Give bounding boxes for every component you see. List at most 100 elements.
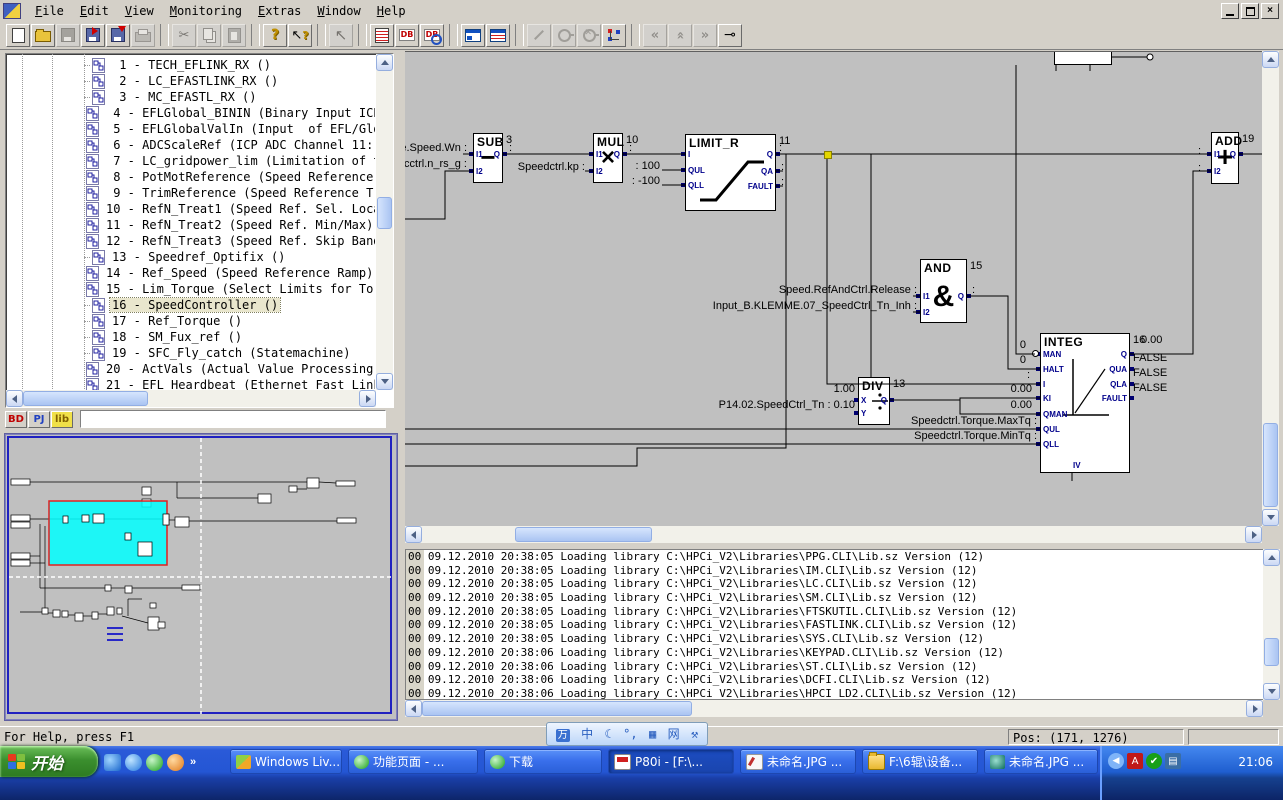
close-icon[interactable]: × bbox=[1261, 3, 1279, 19]
scroll-left-icon[interactable] bbox=[405, 526, 422, 543]
tree-item[interactable]: 12 - RefN_Treat3 (Speed Ref. Skip Bands) bbox=[6, 233, 375, 249]
quicklaunch-msn-icon[interactable] bbox=[104, 754, 121, 771]
tab-bd[interactable]: BD bbox=[5, 411, 27, 428]
tree-item[interactable]: 19 - SFC_Fly_catch (Statemachine) bbox=[6, 345, 375, 361]
quicklaunch-qq-icon[interactable] bbox=[146, 754, 163, 771]
menu-help[interactable]: Help bbox=[369, 2, 414, 20]
scroll-left-icon[interactable] bbox=[6, 390, 23, 407]
minimize-icon[interactable] bbox=[1221, 3, 1239, 19]
taskbar-button[interactable]: 下载 bbox=[484, 749, 602, 774]
ime-wan-icon[interactable]: 万 bbox=[556, 728, 570, 741]
start-button[interactable]: 开始 bbox=[0, 746, 98, 777]
taskbar-clock[interactable]: 21:06 bbox=[1238, 755, 1273, 769]
tree-item[interactable]: 15 - Lim_Torque (Select Limits for Torqu… bbox=[6, 281, 375, 297]
log-hscrollbar[interactable] bbox=[405, 700, 1263, 717]
menu-monitoring[interactable]: Monitoring bbox=[162, 2, 250, 20]
toolbar-button-export-module-icon[interactable] bbox=[106, 24, 130, 47]
toolbar-button-context-help-icon[interactable]: ↖? bbox=[288, 24, 312, 47]
tree-item[interactable]: 10 - RefN_Treat1 (Speed Ref. Sel. Local/… bbox=[6, 201, 375, 217]
tree-item[interactable]: 18 - SM_Fux_ref () bbox=[6, 329, 375, 345]
tree-item[interactable]: 17 - Ref_Torque () bbox=[6, 313, 375, 329]
overview-panel[interactable] bbox=[4, 433, 398, 721]
ime-toolbar[interactable]: 万中 ☾ °, ▦ 网 ⚒ bbox=[546, 722, 708, 746]
canvas-vscrollbar[interactable] bbox=[1262, 51, 1279, 526]
menu-extras[interactable]: Extras bbox=[250, 2, 309, 20]
tab-lib[interactable]: lib bbox=[51, 411, 73, 428]
tree-item[interactable]: 13 - Speedref_Optifix () bbox=[6, 249, 375, 265]
tree-vscrollbar-thumb[interactable] bbox=[377, 197, 392, 229]
tree-item[interactable]: 5 - EFLGlobalValIn (Input of EFL/Global … bbox=[6, 121, 375, 137]
menu-edit[interactable]: Edit bbox=[72, 2, 117, 20]
tray-collapse-icon[interactable]: ◀ bbox=[1108, 753, 1124, 769]
scroll-right-icon[interactable] bbox=[359, 390, 376, 407]
scroll-up-icon[interactable] bbox=[1262, 51, 1279, 68]
tree-hscrollbar[interactable] bbox=[6, 390, 376, 407]
tree-item[interactable]: 11 - RefN_Treat2 (Speed Ref. Min/Max) bbox=[6, 217, 375, 233]
taskbar-button[interactable]: F:\6辊\设备... bbox=[862, 749, 978, 774]
scroll-right-icon[interactable] bbox=[1246, 700, 1263, 717]
tray-pdf-icon[interactable]: A bbox=[1127, 753, 1143, 769]
toolbar-button-node-connect-icon[interactable] bbox=[602, 24, 626, 47]
diagram-canvas[interactable]: SUB−3I1I2QMUL×10I1I2QLIMIT_R 11IQULQLLQQ… bbox=[405, 51, 1262, 527]
tree-item[interactable]: 9 - TrimReference (Speed Reference Trim … bbox=[6, 185, 375, 201]
tree-hscrollbar-thumb[interactable] bbox=[23, 391, 148, 406]
canvas-hscrollbar-thumb[interactable] bbox=[515, 527, 652, 542]
ime-punct-icon[interactable]: °, bbox=[623, 728, 637, 740]
toolbar-button-open-icon[interactable] bbox=[31, 24, 55, 47]
tree-item[interactable]: 8 - PotMotReference (Speed Reference Mot… bbox=[6, 169, 375, 185]
tree-item[interactable]: 2 - LC_EFASTLINK_RX () bbox=[6, 73, 375, 89]
tree-item[interactable]: 4 - EFLGlobal_BININ (Binary Input ICP CA… bbox=[6, 105, 375, 121]
quicklaunch-more-icon[interactable]: » bbox=[190, 756, 196, 768]
tree-item[interactable]: 20 - ActVals (Actual Value Processing fo… bbox=[6, 361, 375, 377]
ime-wrench-icon[interactable]: ⚒ bbox=[691, 728, 698, 740]
toolbar-button-key-icon[interactable]: ⊸ bbox=[718, 24, 742, 47]
log-vscrollbar[interactable] bbox=[1263, 549, 1280, 700]
scroll-up-icon[interactable] bbox=[1263, 549, 1280, 566]
menu-window[interactable]: Window bbox=[309, 2, 368, 20]
scroll-down-icon[interactable] bbox=[376, 373, 393, 390]
log-vscrollbar-thumb[interactable] bbox=[1264, 638, 1279, 666]
taskbar-button[interactable]: Windows Liv... bbox=[230, 749, 342, 774]
ime-moon-icon[interactable]: ☾ bbox=[604, 728, 611, 740]
quicklaunch-pickup-icon[interactable] bbox=[167, 754, 184, 771]
toolbar-button-database-search-icon[interactable]: DB bbox=[420, 24, 444, 47]
toolbar-button-database-icon[interactable]: DB bbox=[395, 24, 419, 47]
tree-item[interactable]: 6 - ADCScaleRef (ICP ADC Channel 11: Gai… bbox=[6, 137, 375, 153]
taskbar-button[interactable]: 未命名.JPG ... bbox=[984, 749, 1098, 774]
ime-zhong-icon[interactable]: 中 bbox=[581, 728, 593, 740]
tree-filter-input[interactable] bbox=[80, 410, 386, 428]
restore-icon[interactable] bbox=[1241, 3, 1259, 19]
tree-item[interactable]: 21 - EFL_Heardbeat (Ethernet Fast Link u… bbox=[6, 377, 375, 390]
tree-vscrollbar[interactable] bbox=[376, 54, 393, 390]
tray-network-icon[interactable]: ▤ bbox=[1165, 753, 1181, 769]
scroll-left-icon[interactable] bbox=[405, 700, 422, 717]
toolbar-button-list-report-icon[interactable] bbox=[370, 24, 394, 47]
quicklaunch-ie-icon[interactable] bbox=[125, 754, 142, 771]
scroll-right-icon[interactable] bbox=[1245, 526, 1262, 543]
ime-net-icon[interactable]: 网 bbox=[668, 728, 680, 740]
tree-item[interactable]: 16 - SpeedController () bbox=[6, 297, 375, 313]
tree-item[interactable]: 3 - MC_EFASTL_RX () bbox=[6, 89, 375, 105]
scroll-up-icon[interactable] bbox=[376, 54, 393, 71]
taskbar-button[interactable]: 功能页面 - ... bbox=[348, 749, 478, 774]
menu-view[interactable]: View bbox=[117, 2, 162, 20]
tree-item[interactable]: 14 - Ref_Speed (Speed Reference Ramp) bbox=[6, 265, 375, 281]
menu-file[interactable]: File bbox=[27, 2, 72, 20]
taskbar-button[interactable]: 未命名.JPG ... bbox=[740, 749, 856, 774]
log-hscrollbar-thumb[interactable] bbox=[422, 701, 692, 716]
toolbar-button-new-icon[interactable] bbox=[6, 24, 30, 47]
scroll-down-icon[interactable] bbox=[1262, 509, 1279, 526]
block-partial[interactable] bbox=[1054, 51, 1112, 65]
scroll-down-icon[interactable] bbox=[1263, 683, 1280, 700]
ime-keyboard-icon[interactable]: ▦ bbox=[649, 728, 656, 740]
tree-item[interactable]: 1 - TECH_EFLINK_RX () bbox=[6, 57, 375, 73]
tab-pj[interactable]: PJ bbox=[28, 411, 50, 428]
toolbar-button-window-grid-icon[interactable] bbox=[486, 24, 510, 47]
taskbar-button[interactable]: P80i - [F:\... bbox=[608, 749, 734, 774]
toolbar-button-window-split-icon[interactable] bbox=[461, 24, 485, 47]
toolbar-button-save-module-icon[interactable] bbox=[81, 24, 105, 47]
canvas-vscrollbar-thumb[interactable] bbox=[1263, 423, 1278, 507]
tray-shield-icon[interactable]: ✔ bbox=[1146, 753, 1162, 769]
tree-item[interactable]: 7 - LC_gridpower_lim (Limitation of the … bbox=[6, 153, 375, 169]
canvas-hscrollbar[interactable] bbox=[405, 526, 1262, 543]
